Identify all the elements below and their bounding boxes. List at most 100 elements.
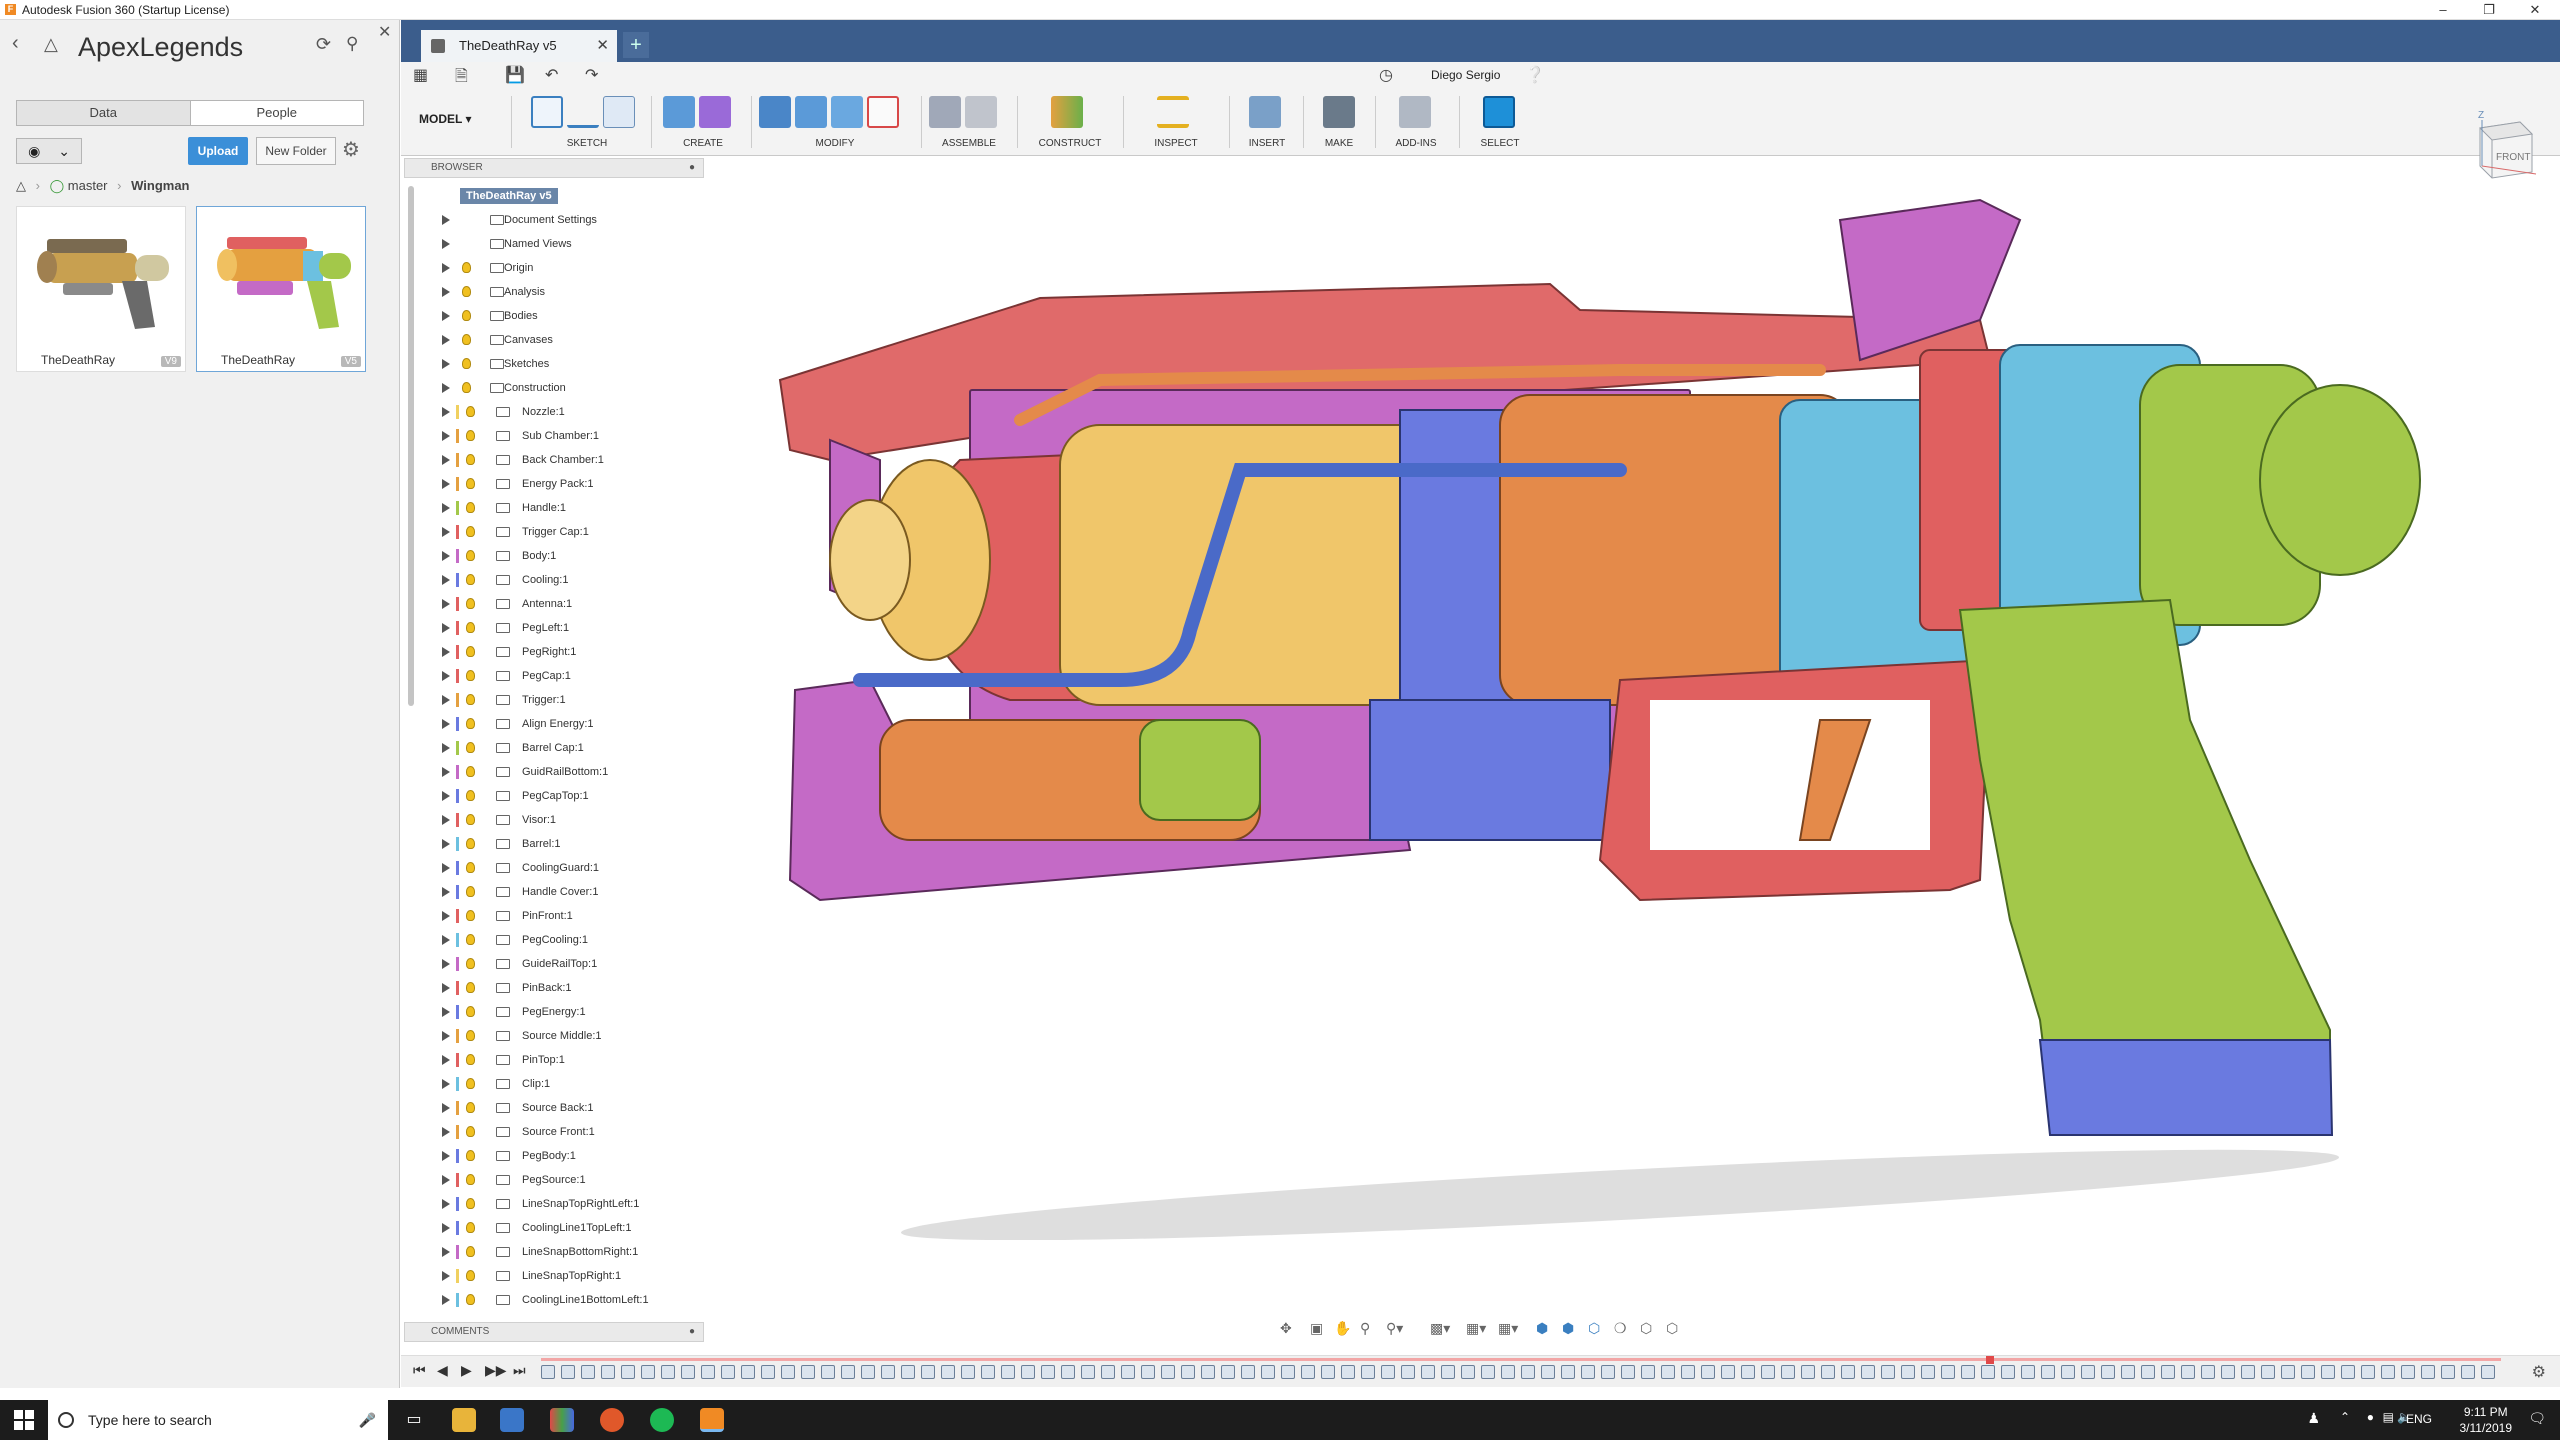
section-icon[interactable]: ❍: [1614, 1320, 1627, 1337]
timeline-feature-icon[interactable]: [1781, 1365, 1795, 1379]
combine-icon[interactable]: [831, 96, 863, 128]
visibility-bulb-icon[interactable]: [466, 454, 475, 465]
timeline-feature-icon[interactable]: [1221, 1365, 1235, 1379]
timeline-feature-icon[interactable]: [1461, 1365, 1475, 1379]
microphone-icon[interactable]: 🎤: [359, 1400, 376, 1440]
visibility-bulb-icon[interactable]: [466, 766, 475, 777]
browser-component-row[interactable]: PegSource:1: [404, 1168, 704, 1192]
viewports-icon[interactable]: ▦▾: [1498, 1320, 1518, 1337]
restore-button[interactable]: ❐: [2466, 0, 2512, 20]
timeline-feature-icon[interactable]: [1501, 1365, 1515, 1379]
timeline-feature-icon[interactable]: [801, 1365, 815, 1379]
visibility-bulb-icon[interactable]: [466, 478, 475, 489]
timeline-feature-icon[interactable]: [881, 1365, 895, 1379]
timeline-play-icon[interactable]: ▶: [461, 1362, 472, 1379]
people-icon[interactable]: ♟: [2307, 1410, 2320, 1427]
expand-triangle-icon[interactable]: [442, 887, 450, 897]
browser-component-row[interactable]: GuideRailTop:1: [404, 952, 704, 976]
browser-component-row[interactable]: CoolingLine1BottomLeft:1: [404, 1288, 704, 1312]
browser-component-row[interactable]: LineSnapTopRight:1: [404, 1264, 704, 1288]
fillet-icon[interactable]: [795, 96, 827, 128]
visibility-bulb-icon[interactable]: [462, 358, 471, 369]
expand-triangle-icon[interactable]: [442, 599, 450, 609]
timeline-feature-icon[interactable]: [1921, 1365, 1935, 1379]
timeline-feature-icon[interactable]: [1241, 1365, 1255, 1379]
minimize-button[interactable]: –: [2420, 0, 2466, 20]
timeline-feature-icon[interactable]: [1101, 1365, 1115, 1379]
expand-triangle-icon[interactable]: [442, 935, 450, 945]
timeline-feature-icon[interactable]: [2441, 1365, 2455, 1379]
timeline-feature-icon[interactable]: [1041, 1365, 1055, 1379]
visibility-bulb-icon[interactable]: [466, 958, 475, 969]
orbit-icon[interactable]: ✥: [1280, 1320, 1292, 1337]
zoom-icon[interactable]: ⚲: [1360, 1320, 1370, 1337]
timeline-end-icon[interactable]: ⏭: [513, 1362, 526, 1379]
make-group[interactable]: MAKE: [1309, 88, 1369, 156]
timeline-feature-icon[interactable]: [981, 1365, 995, 1379]
timeline-feature-icon[interactable]: [1421, 1365, 1435, 1379]
timeline-feature-icon[interactable]: [1741, 1365, 1755, 1379]
visibility-bulb-icon[interactable]: [466, 526, 475, 537]
expand-triangle-icon[interactable]: [442, 1175, 450, 1185]
visibility-bulb-icon[interactable]: [462, 334, 471, 345]
browser-folder[interactable]: Origin: [404, 256, 704, 280]
visibility-bulb-icon[interactable]: [462, 286, 471, 297]
timeline-feature-icon[interactable]: [1281, 1365, 1295, 1379]
expand-triangle-icon[interactable]: [442, 1151, 450, 1161]
shaded-icon[interactable]: ⬢: [1536, 1320, 1548, 1337]
insert-image-icon[interactable]: [1249, 96, 1281, 128]
expand-triangle-icon[interactable]: [442, 767, 450, 777]
browser-component-row[interactable]: LineSnapTopRightLeft:1: [404, 1192, 704, 1216]
browser-root-node[interactable]: TheDeathRay v5: [404, 184, 704, 208]
look-at-icon[interactable]: ▣: [1310, 1320, 1323, 1337]
timeline-feature-icon[interactable]: [2141, 1365, 2155, 1379]
timeline-feature-icon[interactable]: [1481, 1365, 1495, 1379]
joint-icon[interactable]: [965, 96, 997, 128]
timeline-feature-icon[interactable]: [641, 1365, 655, 1379]
measure-icon[interactable]: [1157, 96, 1189, 128]
browser-component-row[interactable]: Antenna:1: [404, 592, 704, 616]
timeline-feature-icon[interactable]: [1821, 1365, 1835, 1379]
tab-data[interactable]: Data: [17, 101, 191, 125]
visibility-bulb-icon[interactable]: [466, 646, 475, 657]
expand-triangle-icon[interactable]: [442, 671, 450, 681]
input-language[interactable]: ENG: [2406, 1412, 2432, 1426]
browser-component-row[interactable]: Nozzle:1: [404, 400, 704, 424]
timeline-feature-icon[interactable]: [1081, 1365, 1095, 1379]
timeline-feature-icon[interactable]: [1361, 1365, 1375, 1379]
timeline-feature-icon[interactable]: [1321, 1365, 1335, 1379]
expand-triangle-icon[interactable]: [442, 287, 450, 297]
timeline-feature-icon[interactable]: [841, 1365, 855, 1379]
timeline-feature-icon[interactable]: [1641, 1365, 1655, 1379]
environment-icon[interactable]: ⬡: [1666, 1320, 1678, 1337]
browser-component-row[interactable]: Sub Chamber:1: [404, 424, 704, 448]
upload-button[interactable]: Upload: [188, 137, 248, 165]
network-icon[interactable]: ▤: [2383, 1410, 2394, 1424]
expand-triangle-icon[interactable]: [442, 1103, 450, 1113]
visibility-bulb-icon[interactable]: [466, 1102, 475, 1113]
new-tab-button[interactable]: +: [623, 32, 649, 58]
search-icon[interactable]: ⚲: [346, 34, 358, 54]
new-component-icon[interactable]: [929, 96, 961, 128]
timeline-feature-icon[interactable]: [1161, 1365, 1175, 1379]
browser-component-row[interactable]: CoolingGuard:1: [404, 856, 704, 880]
scripts-icon[interactable]: [1399, 96, 1431, 128]
browser-component-row[interactable]: CoolingLine1TopLeft:1: [404, 1216, 704, 1240]
add-ins-group[interactable]: ADD-INS: [1381, 88, 1451, 156]
expand-triangle-icon[interactable]: [442, 647, 450, 657]
visibility-bulb-icon[interactable]: [466, 1054, 475, 1065]
browser-component-row[interactable]: PegLeft:1: [404, 616, 704, 640]
expand-triangle-icon[interactable]: [442, 1247, 450, 1257]
pan-icon[interactable]: ✋: [1334, 1320, 1351, 1337]
undo-icon[interactable]: ↶: [545, 65, 558, 85]
visibility-bulb-icon[interactable]: [466, 622, 475, 633]
timeline-feature-icon[interactable]: [1061, 1365, 1075, 1379]
timeline-feature-icon[interactable]: [1561, 1365, 1575, 1379]
visibility-bulb-icon[interactable]: [466, 1174, 475, 1185]
visibility-bulb-icon[interactable]: [466, 1030, 475, 1041]
insert-group[interactable]: INSERT: [1237, 88, 1297, 156]
timeline-feature-icon[interactable]: [1681, 1365, 1695, 1379]
timeline-feature-icon[interactable]: [1661, 1365, 1675, 1379]
model-viewport[interactable]: [720, 160, 2440, 1240]
timeline-feature-icon[interactable]: [2481, 1365, 2495, 1379]
